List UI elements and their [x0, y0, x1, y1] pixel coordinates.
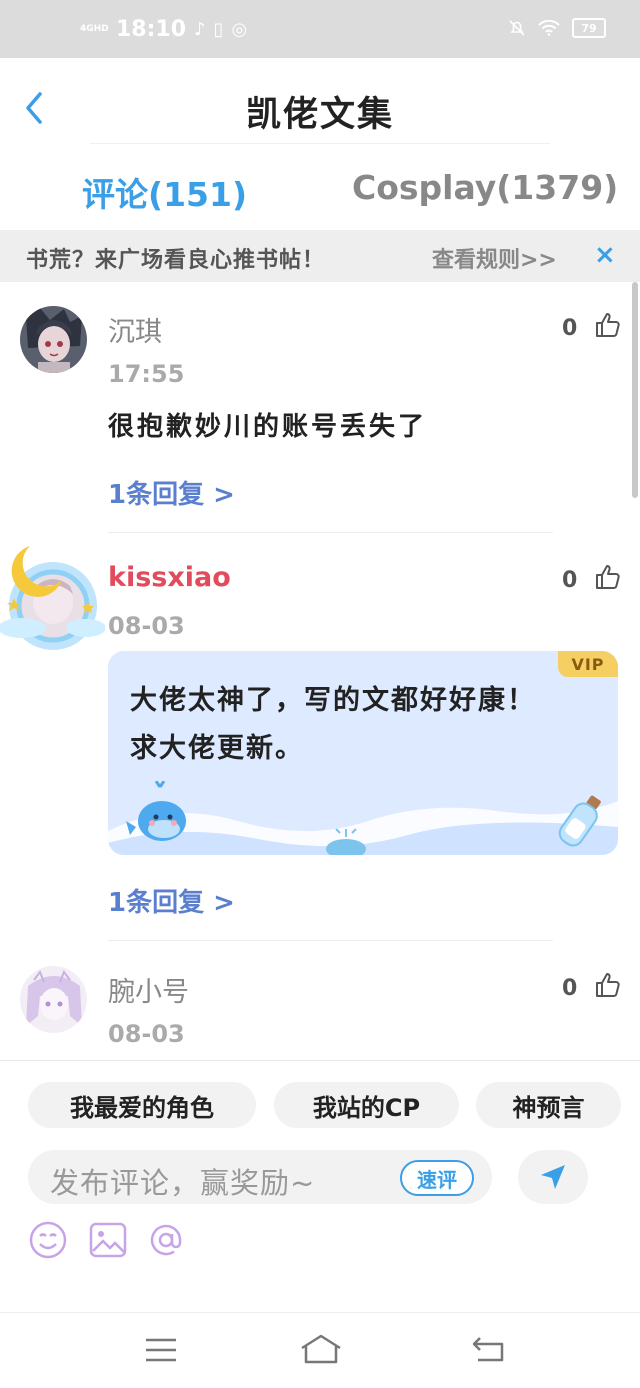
comment-content-line: 求大佬更新。: [130, 733, 304, 764]
topic-chip-favorite-character[interactable]: 我最爱的角色: [28, 1082, 256, 1128]
comment-time: 08-03: [108, 1020, 185, 1048]
avatar[interactable]: [20, 966, 87, 1033]
banner-text: 书荒？来广场看良心推书帖！: [26, 248, 326, 273]
send-button[interactable]: [518, 1150, 588, 1204]
mute-bell-icon: [509, 20, 525, 36]
scrollbar[interactable]: [632, 282, 638, 498]
reply-link[interactable]: 1条回复 >: [108, 474, 235, 511]
battery-indicator: 79: [572, 18, 606, 38]
like-count: 0: [562, 976, 578, 1001]
comment-username[interactable]: 腕小号: [108, 970, 189, 1009]
image-icon[interactable]: [88, 1221, 128, 1259]
status-right: 79: [508, 18, 606, 38]
avatar[interactable]: [20, 306, 87, 373]
topic-chip-my-cp[interactable]: 我站的CP: [274, 1082, 459, 1128]
status-left: 4GHD 18:10 ♪ ▯ ◎: [80, 14, 247, 44]
comment-divider: [108, 940, 553, 941]
comment-username[interactable]: 沉琪: [108, 310, 162, 349]
wifi-icon: [538, 20, 560, 36]
vip-badge: VIP: [558, 651, 618, 677]
comment-username[interactable]: kissxiao: [108, 562, 231, 593]
tab-cosplay[interactable]: Cosplay(1379): [352, 168, 618, 207]
home-icon[interactable]: [298, 1332, 344, 1366]
tiktok-icon: ♪: [194, 18, 206, 40]
vip-comment-card: VIP 大佬太神了，写的文都好好康！ 求大佬更新。: [108, 651, 618, 855]
comment-divider: [108, 532, 553, 533]
quick-comment-button[interactable]: 速评: [400, 1160, 474, 1196]
clock: 18:10: [116, 16, 187, 42]
comment-input-placeholder: 发布评论，赢奖励~: [50, 1166, 316, 1200]
emoji-icon[interactable]: [28, 1220, 68, 1260]
network-indicator: 4GHD: [80, 23, 109, 34]
like-count: 0: [562, 568, 578, 593]
comment-content: 大佬太神了，写的文都好好康！ 求大佬更新。: [130, 677, 590, 773]
menu-icon[interactable]: [144, 1336, 178, 1364]
banner-rules-link[interactable]: 查看规则>>: [432, 242, 557, 274]
topic-chip-prophecy[interactable]: 神预言: [476, 1082, 621, 1128]
close-icon[interactable]: ×: [594, 240, 616, 270]
bottle-icon: [558, 795, 601, 847]
thumbs-up-icon[interactable]: [594, 563, 622, 591]
mention-icon[interactable]: [146, 1220, 186, 1260]
like-count: 0: [562, 316, 578, 341]
comment-time: 08-03: [108, 612, 185, 640]
header-divider: [90, 143, 550, 144]
send-icon: [541, 1165, 565, 1189]
page-title: 凯佬文集: [245, 95, 394, 135]
sim-icon: ▯: [213, 18, 224, 40]
back-nav-icon[interactable]: [470, 1334, 506, 1364]
thumbs-up-icon[interactable]: [594, 311, 622, 339]
comment-time: 17:55: [108, 360, 185, 388]
tab-comments[interactable]: 评论(151): [82, 168, 247, 216]
comment-content-line: 大佬太神了，写的文都好好康！: [130, 685, 536, 716]
sync-icon: ◎: [231, 18, 248, 40]
thumbs-up-icon[interactable]: [594, 971, 622, 999]
reply-link[interactable]: 1条回复 >: [108, 882, 235, 919]
avatar-frame[interactable]: [0, 540, 106, 655]
whale-icon: [126, 781, 186, 841]
comment-content: 很抱歉妙川的账号丢失了: [108, 412, 428, 442]
